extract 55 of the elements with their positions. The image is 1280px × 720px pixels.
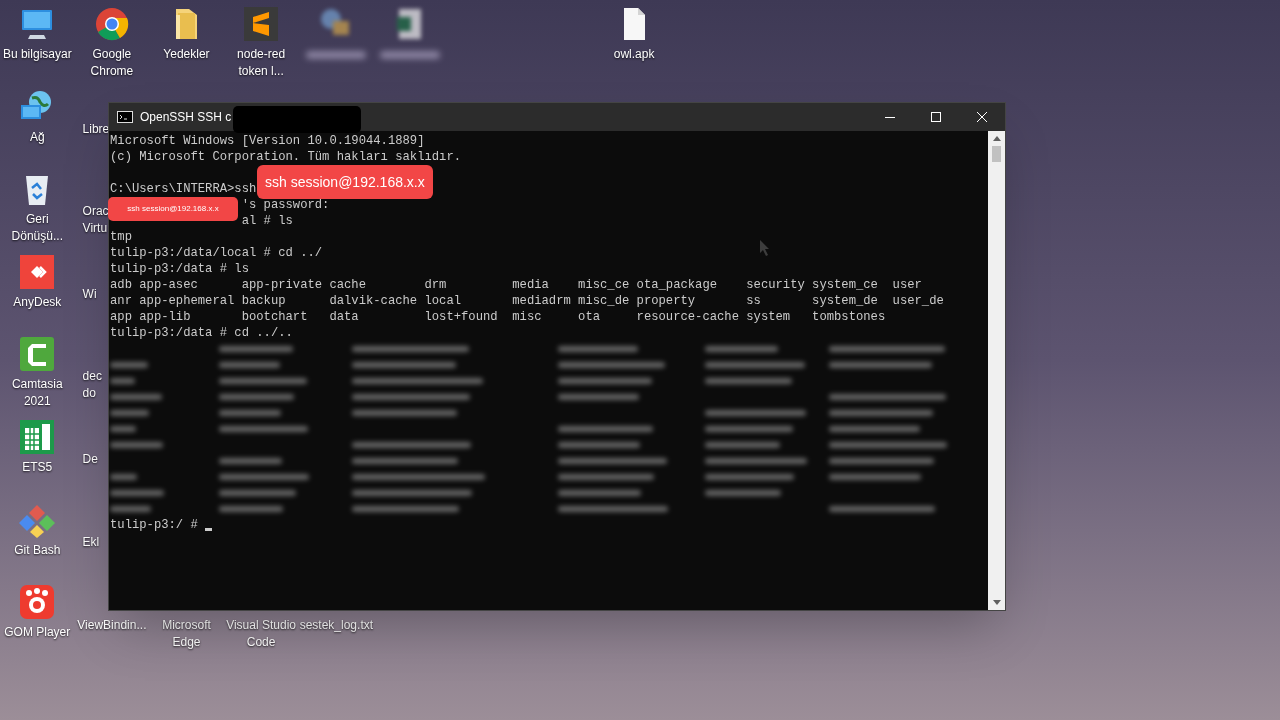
terminal-line: app app-lib bootchart data lost+found misc ota resource-cache system tombstones [110,310,886,324]
icon-label[interactable]: node-red token l... [225,46,298,80]
icon-label[interactable]: Camtasia 2021 [1,376,74,411]
icon-label[interactable]: GOM Player [1,624,74,642]
icon-label[interactable]: Bu bilgisayar [1,46,74,63]
annotation-label: ssh session@192.168.x.x [257,165,433,199]
icon-label[interactable]: Google Chrome [75,46,148,80]
terminal-line: tulip-p3:/data/local # cd ../ [110,246,323,260]
terminal-icon [117,111,133,123]
icon-label[interactable]: Libre [82,120,110,138]
terminal-line: 's password: [241,198,330,212]
terminal-line: Microsoft Windows [Version 10.0.19044.1889] [110,134,425,148]
terminal-line: (c) Microsoft Corporation. Tüm hakları saklıdır. [110,150,462,164]
scroll-down-icon[interactable] [992,600,1001,605]
camtasia-icon [18,335,57,374]
terminal-line: anr app-ephemeral backup dalvik-cache local mediadrm misc_de property ss system_de user_de [110,294,944,308]
icon-label[interactable]: sestek_log.txt [299,617,372,635]
anydesk-icon [18,252,57,291]
icon-label[interactable]: Wi [82,285,97,303]
icon-label[interactable]: Geri Dönüşü... [1,211,74,246]
terminal-line: adb app-asec app-private cache drm media misc_ce ota_package security system_ce user [110,278,922,292]
icon-label[interactable]: Microsoft Edge [150,617,223,652]
close-icon [977,112,987,122]
terminal-line: tulip-p3:/data # ls [110,262,249,276]
text-cursor [205,527,213,531]
icon-label[interactable]: dec do [82,368,102,403]
terminal-line: tmp [110,230,132,244]
icon-label[interactable]: Git Bash [1,541,74,559]
sublime-icon [242,5,281,43]
blurred-label [380,51,441,59]
blurred-label [305,51,366,59]
pointer-icon [760,240,770,256]
terminal-line: al # ls [241,214,293,228]
icon-label[interactable]: owl.apk [598,46,671,63]
window-title: OpenSSH SSH c [140,109,232,126]
terminal-line: C:\Users\INTERRA>ssh [110,182,257,196]
minimize-icon [885,116,895,118]
icon-label[interactable]: ETS5 [1,458,74,476]
icon-label[interactable]: Yedekler [150,46,223,63]
icon-label[interactable]: ViewBindin... [75,617,148,635]
building-icon [18,417,57,456]
icon-label[interactable]: Ağ [1,128,74,146]
scrollbar[interactable] [988,131,1005,610]
scrollbar-thumb[interactable] [992,146,1001,162]
maximize-icon [931,112,941,122]
icon-label[interactable]: Orac Virtu [82,203,109,238]
annotation-label: ssh session@192.168.x.x [108,197,238,221]
terminal-line: tulip-p3:/data # cd ../.. [110,326,293,340]
icon-label[interactable]: AnyDesk [1,293,74,311]
icon-label[interactable]: De [82,450,98,468]
prompt-line: tulip-p3:/ # [110,517,199,533]
scroll-up-icon[interactable] [992,136,1001,141]
gom-player-icon [18,583,57,622]
icon-label[interactable]: Visual Studio Code [225,617,298,652]
icon-label[interactable]: Ekl [82,533,100,551]
